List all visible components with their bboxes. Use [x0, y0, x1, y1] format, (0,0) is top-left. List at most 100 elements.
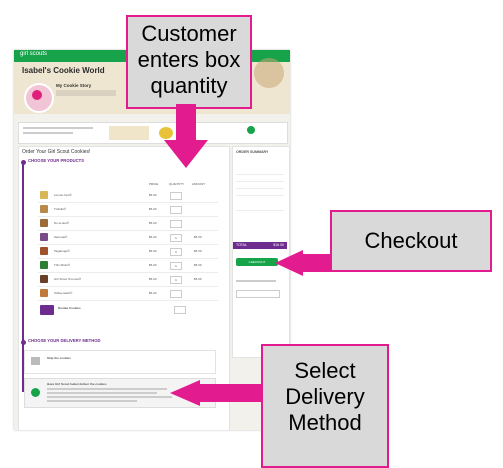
promo-text-line — [23, 132, 73, 134]
summary-lines — [236, 168, 284, 218]
summary-line — [236, 174, 284, 175]
row-divider — [38, 244, 218, 245]
product-amount: $5.00 — [194, 263, 202, 267]
order-heading: Order Your Girl Scout Cookies! — [22, 149, 91, 155]
delivery-arrow-shaft — [200, 384, 262, 402]
step-delivery-label: CHOOSE YOUR DELIVERY METHOD — [28, 338, 101, 343]
product-price: $5.00 — [149, 207, 157, 211]
quantity-arrow-head — [164, 140, 208, 168]
ship-label: Ship the cookies — [47, 356, 71, 360]
ship-option[interactable]: Ship the cookies — [24, 350, 216, 374]
callout-line: enters box — [137, 47, 241, 72]
quantity-input[interactable]: 1 — [170, 276, 182, 284]
step-products-label: CHOOSE YOUR PRODUCTS — [28, 158, 84, 163]
text-line — [47, 388, 167, 390]
quantity-input[interactable]: 1 — [170, 262, 182, 270]
product-amount: $5.00 — [194, 249, 202, 253]
summary-title: ORDER SUMMARY — [236, 150, 269, 154]
checkout-arrow-head — [275, 250, 303, 276]
step-marker — [20, 160, 26, 165]
quantity-callout: Customer enters box quantity — [126, 15, 252, 109]
callout-line: Select — [294, 358, 356, 383]
total-bar: TOTAL $16.00 — [233, 242, 287, 249]
cookie-box-image — [40, 275, 48, 283]
product-price: $5.00 — [149, 291, 157, 295]
checkout-button[interactable]: CHECKOUT — [236, 258, 278, 266]
product-name: Tagalongs® — [54, 249, 70, 253]
product-row: Samoas® $5.00 1 $5.00 — [38, 232, 218, 245]
product-name: Thin Mints® — [54, 263, 71, 267]
callout-line: Method — [288, 410, 362, 435]
text-line — [47, 392, 157, 394]
product-name: Samoas® — [54, 235, 68, 239]
truck-icon — [31, 357, 40, 365]
promo-strip — [18, 122, 288, 144]
product-row: Do-si-dos® $5.00 — [38, 218, 218, 231]
summary-line — [236, 181, 284, 182]
col-quantity: QUANTITY — [169, 182, 185, 186]
row-divider — [38, 230, 218, 231]
step-marker — [20, 340, 26, 345]
person-icon — [31, 388, 40, 397]
cookie-box-image — [40, 289, 48, 297]
row-divider — [38, 286, 218, 287]
promo-cookie-image — [109, 126, 149, 140]
product-name: Do-si-dos® — [54, 221, 70, 225]
cookie-box-image — [40, 205, 48, 213]
story-subtitle-placeholder — [56, 90, 116, 96]
product-row: Thin Mints® $5.00 1 $5.00 — [38, 260, 218, 273]
product-price: $5.00 — [149, 249, 157, 253]
product-row: Toffee-tastic® $5.00 — [38, 288, 218, 301]
donate-quantity-input[interactable] — [174, 306, 186, 314]
product-row: Tagalongs® $5.00 1 $5.00 — [38, 246, 218, 259]
summary-line — [236, 188, 284, 189]
leaf-icon — [247, 126, 255, 134]
cookie-box-image — [40, 219, 48, 227]
product-price: $5.00 — [149, 221, 157, 225]
deliver-label: Have Girl Scout Isabel deliver the cooki… — [47, 382, 107, 386]
product-row: Lemon-Ups® $5.00 — [38, 190, 218, 203]
story-title: My Cookie Story — [56, 83, 92, 88]
text-line — [236, 280, 276, 282]
secondary-button[interactable] — [236, 290, 280, 298]
col-amount: AMOUNT — [192, 182, 205, 186]
quantity-arrow-shaft — [176, 104, 196, 142]
cookie-decoration — [254, 58, 284, 88]
callout-line: Delivery — [285, 384, 365, 409]
cookie-box-image — [40, 191, 48, 199]
product-name: Trefoils® — [54, 207, 66, 211]
delivery-arrow-head — [170, 380, 200, 406]
cookie-box-image — [40, 233, 48, 241]
delivery-callout: Select Delivery Method — [261, 344, 389, 468]
product-amount: $5.00 — [194, 235, 202, 239]
play-icon[interactable] — [32, 90, 42, 100]
product-price: $5.00 — [149, 193, 157, 197]
quantity-input[interactable]: 1 — [170, 248, 182, 256]
quantity-input[interactable]: 1 — [170, 234, 182, 242]
col-price: PRICE — [149, 182, 159, 186]
row-divider — [38, 272, 218, 273]
checkout-callout: Checkout — [330, 210, 492, 272]
product-price: $5.00 — [149, 263, 157, 267]
summary-line — [236, 210, 284, 211]
total-label: TOTAL — [236, 243, 247, 247]
quantity-input[interactable] — [170, 290, 182, 298]
text-line — [47, 400, 137, 402]
quantity-input[interactable] — [170, 220, 182, 228]
quantity-input[interactable] — [170, 192, 182, 200]
promo-text-line — [23, 127, 93, 129]
product-row: Trefoils® $5.00 — [38, 204, 218, 217]
product-price: $5.00 — [149, 277, 157, 281]
callout-line: quantity — [150, 73, 228, 98]
donate-label: Donate Cookies — [58, 306, 81, 310]
cookie-box-image — [40, 247, 48, 255]
cookie-box-image — [40, 261, 48, 269]
callout-line: Customer — [141, 21, 237, 46]
quantity-input[interactable] — [170, 206, 182, 214]
summary-line — [236, 195, 284, 196]
row-divider — [38, 202, 218, 203]
total-value: $16.00 — [273, 243, 284, 247]
brand-logo: girl scouts — [20, 51, 48, 57]
product-row: Girl Scout S'mores® $5.00 1 $5.00 — [38, 274, 218, 287]
product-name: Lemon-Ups® — [54, 193, 72, 197]
